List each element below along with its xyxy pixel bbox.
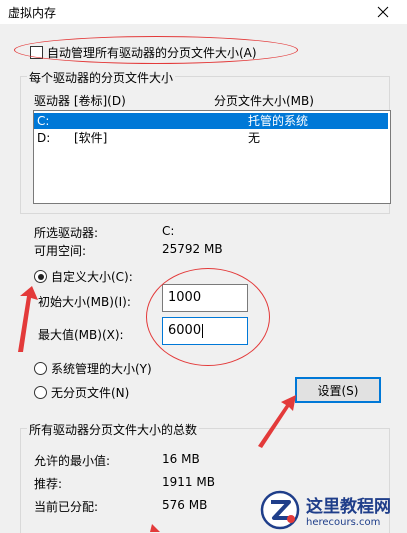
initial-size-value: 1000 xyxy=(168,290,202,305)
drive-size: 无 xyxy=(248,131,261,145)
size-column-header: 分页文件大小(MB) xyxy=(214,94,314,108)
z-logo-icon xyxy=(260,490,300,530)
window-title: 虚拟内存 xyxy=(8,6,57,20)
drive-list[interactable]: C: 托管的系统 D: [软件] 无 xyxy=(33,110,391,204)
checkbox-box[interactable] xyxy=(30,46,43,59)
custom-size-radio[interactable]: 自定义大小(C): xyxy=(34,268,133,285)
watermark-url: herecours.com xyxy=(306,517,381,528)
free-space-value: 25792 MB xyxy=(162,242,223,256)
set-button-label: 设置(S) xyxy=(317,383,359,398)
drive-row[interactable]: C: 托管的系统 xyxy=(34,113,388,129)
recommended-value: 1911 MB xyxy=(162,475,215,489)
selected-drive-value: C: xyxy=(162,224,175,238)
drive-column-header: 驱动器 [卷标](D) xyxy=(34,94,126,108)
initial-size-input[interactable]: 1000 xyxy=(162,284,248,312)
radio-button[interactable] xyxy=(34,270,47,283)
min-allowed-label: 允许的最小值: xyxy=(34,454,111,468)
auto-manage-checkbox[interactable]: 自动管理所有驱动器的分页文件大小(A) xyxy=(30,44,257,61)
totals-group-legend: 所有驱动器分页文件大小的总数 xyxy=(27,421,200,438)
set-button[interactable]: 设置(S) xyxy=(295,377,381,403)
selected-drive-label: 所选驱动器: xyxy=(34,226,99,240)
min-allowed-value: 16 MB xyxy=(162,452,200,466)
close-icon xyxy=(377,6,389,18)
drives-group-legend: 每个驱动器的分页文件大小 xyxy=(27,69,176,86)
auto-manage-label: 自动管理所有驱动器的分页文件大小(A) xyxy=(47,46,257,60)
max-size-label: 最大值(MB)(X): xyxy=(38,328,124,342)
drive-label: [软件] xyxy=(74,131,108,145)
max-size-input[interactable]: 6000 xyxy=(162,317,248,345)
allocated-value: 576 MB xyxy=(162,498,208,512)
radio-button[interactable] xyxy=(34,362,47,375)
drive-size: 托管的系统 xyxy=(248,114,309,128)
title-bar: 虚拟内存 xyxy=(0,0,407,24)
drive-row[interactable]: D: [软件] 无 xyxy=(34,130,388,146)
recommended-label: 推荐: xyxy=(34,477,63,491)
allocated-label: 当前已分配: xyxy=(34,500,99,514)
free-space-label: 可用空间: xyxy=(34,244,87,258)
no-paging-label: 无分页文件(N) xyxy=(51,386,130,400)
initial-size-label: 初始大小(MB)(I): xyxy=(38,295,131,309)
text-caret xyxy=(202,323,204,338)
max-size-value: 6000 xyxy=(168,323,202,338)
drive-letter: D: xyxy=(37,131,51,145)
watermark: 这里教程网 herecours.com xyxy=(260,488,407,532)
drive-letter: C: xyxy=(37,114,50,128)
system-managed-label: 系统管理的大小(Y) xyxy=(51,362,152,376)
watermark-text: 这里教程网 herecours.com xyxy=(306,492,391,528)
custom-size-label: 自定义大小(C): xyxy=(51,270,133,284)
arrow-icon xyxy=(18,286,38,352)
close-button[interactable] xyxy=(363,0,403,24)
system-managed-radio[interactable]: 系统管理的大小(Y) xyxy=(34,360,152,377)
radio-button[interactable] xyxy=(34,386,47,399)
no-paging-radio[interactable]: 无分页文件(N) xyxy=(34,384,129,401)
watermark-title: 这里教程网 xyxy=(306,497,391,517)
